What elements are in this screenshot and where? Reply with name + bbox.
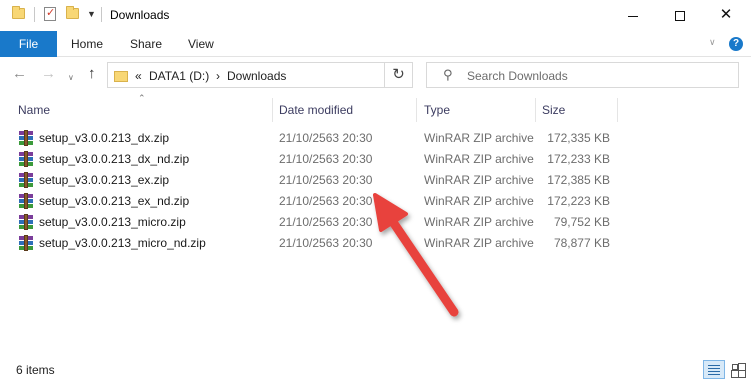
column-header-type[interactable]: Type: [424, 103, 450, 117]
file-name[interactable]: setup_v3.0.0.213_ex_nd.zip: [39, 194, 189, 208]
tab-home[interactable]: Home: [71, 31, 103, 57]
sort-ascending-icon: ⌃: [138, 93, 146, 103]
help-icon[interactable]: ?: [729, 37, 743, 51]
file-type: WinRAR ZIP archive: [424, 194, 534, 208]
file-type: WinRAR ZIP archive: [424, 173, 534, 187]
address-overflow[interactable]: «: [135, 69, 142, 83]
breadcrumb-downloads[interactable]: Downloads: [227, 69, 286, 83]
up-arrow-icon[interactable]: ↑: [88, 66, 96, 82]
large-icons-view-icon[interactable]: [728, 360, 747, 379]
toolbar-divider: [34, 7, 35, 22]
recent-locations-dropdown-icon[interactable]: ∨: [68, 70, 74, 86]
file-size: 172,223 KB: [547, 194, 610, 208]
search-placeholder: Search Downloads: [467, 69, 568, 83]
file-row[interactable]: setup_v3.0.0.213_ex_nd.zip 21/10/2563 20…: [0, 191, 751, 212]
maximize-button[interactable]: [657, 0, 703, 30]
properties-icon[interactable]: [44, 6, 56, 21]
window-title: Downloads: [110, 8, 170, 22]
column-header-name[interactable]: Name: [18, 103, 50, 117]
column-headers: ⌃ Name Date modified Type Size: [0, 93, 751, 123]
column-divider[interactable]: [535, 98, 536, 122]
expand-ribbon-icon[interactable]: ∨: [709, 37, 716, 48]
file-name[interactable]: setup_v3.0.0.213_ex.zip: [39, 173, 169, 187]
winrar-zip-icon: [19, 193, 33, 209]
navigation-bar: ← → ∨ ↑ « DATA1 (D:) › Downloads ∨ ↻ ⚲ S…: [0, 57, 751, 93]
forward-arrow-icon[interactable]: →: [41, 66, 56, 82]
column-divider[interactable]: [272, 98, 273, 122]
search-icon: ⚲: [443, 67, 453, 82]
file-date: 21/10/2563 20:30: [279, 236, 373, 250]
file-list: setup_v3.0.0.213_dx.zip 21/10/2563 20:30…: [0, 128, 751, 254]
winrar-zip-icon: [19, 151, 33, 167]
file-type: WinRAR ZIP archive: [424, 215, 534, 229]
file-date: 21/10/2563 20:30: [279, 152, 373, 166]
file-date: 21/10/2563 20:30: [279, 194, 373, 208]
file-size: 172,385 KB: [547, 173, 610, 187]
details-view-icon[interactable]: [703, 360, 725, 379]
ribbon-tabs: File Home Share View ∨ ?: [0, 31, 751, 57]
winrar-zip-icon: [19, 235, 33, 251]
file-name[interactable]: setup_v3.0.0.213_micro_nd.zip: [39, 236, 206, 250]
file-date: 21/10/2563 20:30: [279, 173, 373, 187]
address-bar[interactable]: « DATA1 (D:) › Downloads ∨: [107, 62, 475, 88]
tab-view[interactable]: View: [188, 31, 214, 57]
column-divider[interactable]: [617, 98, 618, 122]
column-divider[interactable]: [416, 98, 417, 122]
file-row[interactable]: setup_v3.0.0.213_micro_nd.zip 21/10/2563…: [0, 233, 751, 254]
file-name[interactable]: setup_v3.0.0.213_dx.zip: [39, 131, 169, 145]
file-type: WinRAR ZIP archive: [424, 236, 534, 250]
breadcrumb-drive[interactable]: DATA1 (D:): [149, 69, 209, 83]
title-bar: ▼ Downloads ✕: [0, 0, 751, 31]
column-header-date-modified[interactable]: Date modified: [279, 103, 353, 117]
file-row[interactable]: setup_v3.0.0.213_ex.zip 21/10/2563 20:30…: [0, 170, 751, 191]
file-size: 172,233 KB: [547, 152, 610, 166]
tab-share[interactable]: Share: [130, 31, 162, 57]
file-date: 21/10/2563 20:30: [279, 215, 373, 229]
file-row[interactable]: setup_v3.0.0.213_dx_nd.zip 21/10/2563 20…: [0, 149, 751, 170]
minimize-button[interactable]: [610, 0, 656, 30]
quick-access-dropdown-icon[interactable]: ▼: [87, 9, 96, 19]
file-row[interactable]: setup_v3.0.0.213_dx.zip 21/10/2563 20:30…: [0, 128, 751, 149]
file-type: WinRAR ZIP archive: [424, 152, 534, 166]
file-size: 172,335 KB: [547, 131, 610, 145]
file-date: 21/10/2563 20:30: [279, 131, 373, 145]
search-box[interactable]: ⚲ Search Downloads: [426, 62, 739, 88]
file-size: 78,877 KB: [553, 236, 610, 250]
folder-icon: [12, 6, 25, 19]
maximize-icon: [675, 11, 685, 22]
file-type: WinRAR ZIP archive: [424, 131, 534, 145]
tab-file[interactable]: File: [0, 31, 57, 57]
back-arrow-icon[interactable]: ←: [12, 66, 27, 82]
new-folder-icon[interactable]: [66, 6, 79, 19]
status-bar: 6 items: [0, 358, 751, 382]
column-header-size[interactable]: Size: [542, 103, 565, 117]
refresh-button[interactable]: ↻: [385, 62, 413, 88]
refresh-icon: ↻: [392, 66, 405, 83]
file-size: 79,752 KB: [553, 215, 610, 229]
file-name[interactable]: setup_v3.0.0.213_dx_nd.zip: [39, 152, 189, 166]
file-name[interactable]: setup_v3.0.0.213_micro.zip: [39, 215, 186, 229]
toolbar-divider: [101, 7, 102, 22]
winrar-zip-icon: [19, 130, 33, 146]
breadcrumb-separator[interactable]: ›: [216, 69, 220, 83]
winrar-zip-icon: [19, 214, 33, 230]
file-row[interactable]: setup_v3.0.0.213_micro.zip 21/10/2563 20…: [0, 212, 751, 233]
minimize-icon: [628, 15, 638, 17]
item-count: 6 items: [16, 363, 55, 377]
winrar-zip-icon: [19, 172, 33, 188]
folder-icon: [114, 71, 128, 82]
close-button[interactable]: ✕: [703, 0, 749, 30]
